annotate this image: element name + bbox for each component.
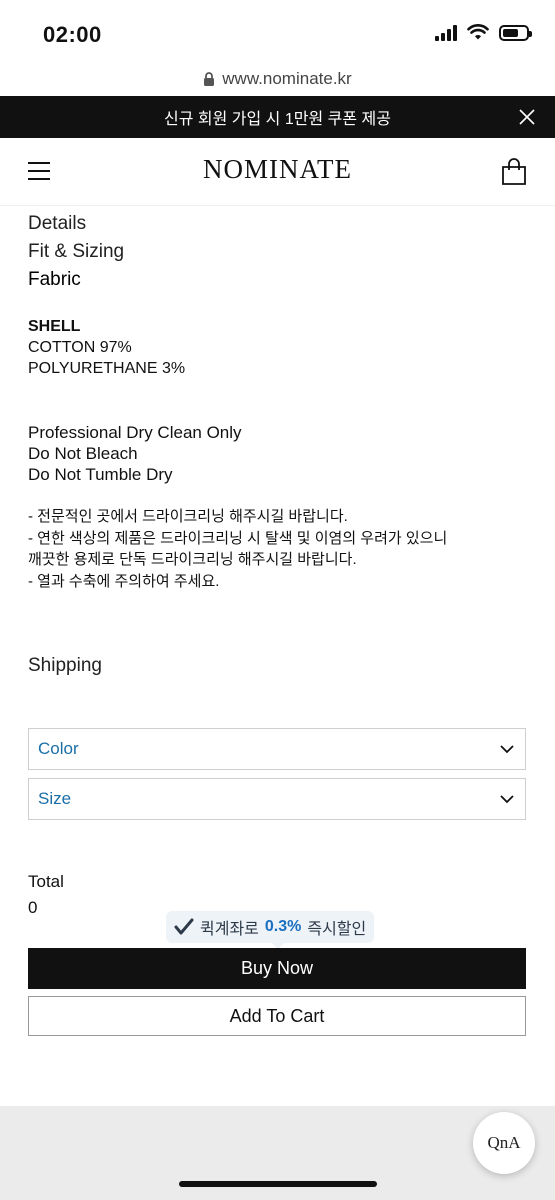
tab-fabric[interactable]: Fabric — [28, 266, 528, 294]
tab-details[interactable]: Details — [28, 210, 528, 238]
color-select-label: Color — [38, 739, 79, 758]
battery-icon — [499, 24, 532, 41]
shopping-bag-icon[interactable] — [501, 158, 527, 186]
address-bar[interactable]: www.nominate.kr — [0, 62, 555, 96]
chevron-down-icon — [500, 795, 514, 804]
fabric-line: COTTON 97% — [28, 339, 132, 356]
size-select[interactable]: Size — [28, 778, 526, 820]
note-line: - 연한 색상의 제품은 드라이크리닝 시 탈색 및 이염의 우려가 있으니 — [28, 529, 448, 547]
promo-text: 신규 회원 가입 시 1만원 쿠폰 제공 — [164, 111, 391, 128]
discount-rate: 0.3% — [264, 918, 302, 935]
discount-suffix: 즉시할인 — [307, 921, 367, 938]
fabric-composition: SHELL COTTON 97% POLYURETHANE 3% — [28, 316, 528, 379]
tab-fit-sizing[interactable]: Fit & Sizing — [28, 238, 528, 266]
wifi-icon — [467, 24, 489, 40]
cellular-signal-icon — [435, 24, 457, 41]
site-header: NOMINATE — [0, 138, 555, 206]
care-line: Do Not Tumble Dry — [28, 465, 173, 484]
qna-button[interactable]: QnA — [473, 1112, 535, 1174]
tab-shipping[interactable]: Shipping — [28, 652, 528, 680]
note-line: 깨끗한 용제로 단독 드라이크리닝 해주시길 바랍니다. — [28, 551, 357, 568]
care-notes: - 전문적인 곳에서 드라이크리닝 해주시길 바랍니다. - 연한 색상의 제품… — [28, 506, 528, 592]
color-select[interactable]: Color — [28, 728, 526, 770]
promo-banner[interactable]: 신규 회원 가입 시 1만원 쿠폰 제공 — [0, 96, 555, 138]
close-icon[interactable] — [517, 107, 537, 127]
product-info: Details Fit & Sizing Fabric SHELL COTTON… — [28, 206, 528, 680]
status-bar: 02:00 — [0, 0, 555, 62]
total-label: Total — [28, 872, 64, 891]
shell-heading: SHELL — [28, 318, 81, 335]
checkmark-icon — [174, 918, 194, 935]
url-text: www.nominate.kr — [222, 69, 352, 88]
info-tabs: Details Fit & Sizing Fabric — [28, 210, 528, 294]
care-line: Professional Dry Clean Only — [28, 423, 242, 442]
lock-icon — [204, 71, 215, 86]
quick-transfer-discount-badge: 퀵계좌로 0.3% 즉시할인 — [166, 911, 375, 949]
add-to-cart-button[interactable]: Add To Cart — [28, 996, 526, 1036]
home-indicator — [179, 1181, 377, 1187]
status-time: 02:00 — [43, 22, 102, 47]
buy-now-button[interactable]: Buy Now — [28, 948, 526, 989]
care-instructions: Professional Dry Clean Only Do Not Bleac… — [28, 422, 528, 485]
status-icons — [435, 24, 532, 41]
fabric-line: POLYURETHANE 3% — [28, 360, 186, 377]
total-value: 0 — [28, 898, 38, 917]
chevron-down-icon — [500, 745, 514, 754]
brand-logo[interactable]: NOMINATE — [0, 154, 555, 185]
care-line: Do Not Bleach — [28, 444, 138, 463]
note-line: - 전문적인 곳에서 드라이크리닝 해주시길 바랍니다. — [28, 508, 348, 525]
note-line: - 열과 수축에 주의하여 주세요. — [28, 572, 220, 590]
size-select-label: Size — [38, 789, 72, 808]
discount-prefix: 퀵계좌로 — [200, 921, 259, 938]
